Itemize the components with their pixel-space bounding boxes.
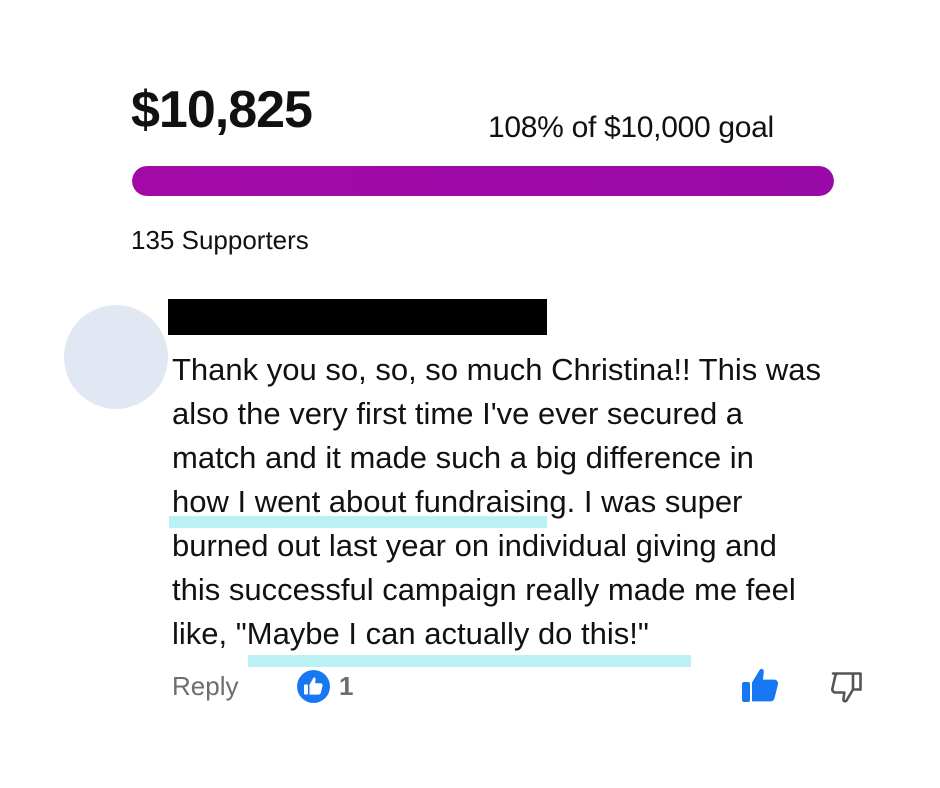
comment-line: this successful campaign really made me … [172, 572, 796, 607]
thumbs-up-badge-icon [297, 670, 330, 703]
redacted-author-name [168, 299, 547, 335]
like-count: 1 [339, 671, 354, 701]
reply-button[interactable]: Reply [172, 670, 238, 702]
comment-text: Thank you so, so, so much Christina!! Th… [172, 348, 892, 656]
comment-line: burned out last year on individual givin… [172, 528, 777, 563]
progress-bar-fill [132, 166, 834, 196]
comment-line: how I went about fundraising. I was supe… [172, 484, 743, 519]
comment-line: like, "Maybe I can actually do this!" [172, 616, 649, 651]
comment-line: also the very first time I've ever secur… [172, 396, 744, 431]
amount-raised: $10,825 [131, 81, 313, 139]
thumbs-up-icon[interactable] [741, 667, 779, 703]
avatar[interactable] [64, 305, 168, 409]
thumbs-down-icon[interactable] [830, 670, 864, 704]
comment-line: match and it made such a big difference … [172, 440, 754, 475]
supporters-count: 135 Supporters [131, 225, 309, 255]
progress-bar [132, 166, 834, 196]
comment-line: Thank you so, so, so much Christina!! Th… [172, 352, 821, 387]
goal-progress-text: 108% of $10,000 goal [488, 111, 774, 144]
comment-highlight [248, 655, 691, 667]
